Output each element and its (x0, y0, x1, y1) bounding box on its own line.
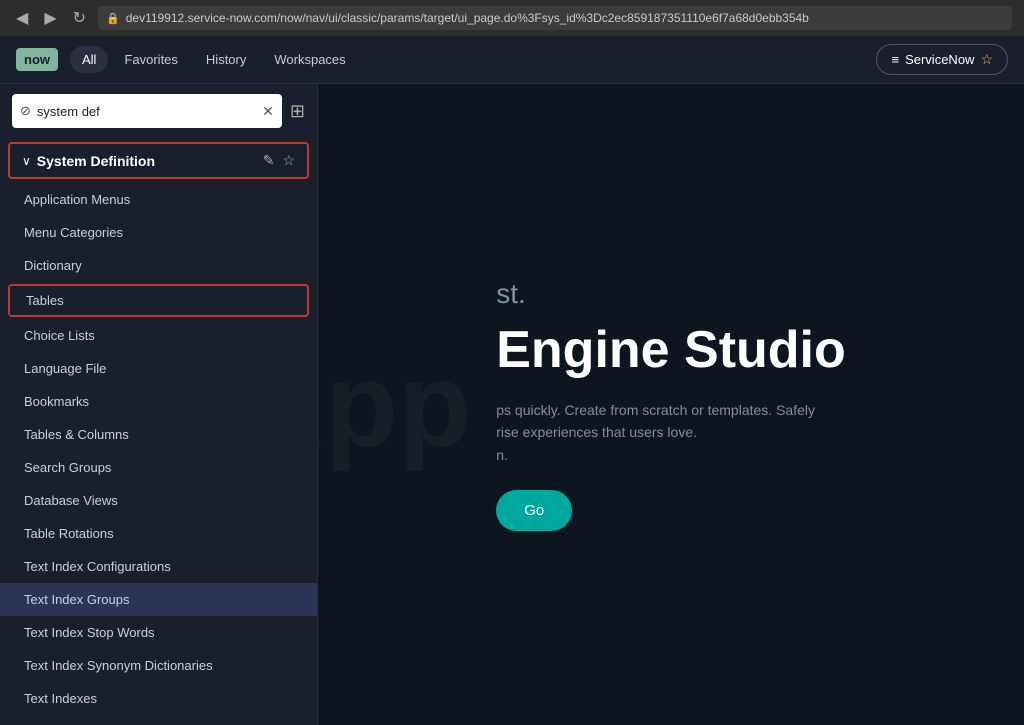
chevron-down-icon: ∨ (22, 154, 31, 168)
menu-item-database-views[interactable]: Database Views (0, 484, 317, 517)
bg-text: App (318, 336, 471, 474)
search-input[interactable] (37, 104, 256, 119)
menu-item-language-file[interactable]: Language File (0, 352, 317, 385)
menu-item-dictionary[interactable]: Dictionary (0, 249, 317, 282)
section-title: System Definition (37, 153, 257, 169)
hamburger-icon: ≡ (891, 52, 899, 67)
menu-item-search-groups[interactable]: Search Groups (0, 451, 317, 484)
edit-section-button[interactable]: ✎ (263, 152, 275, 169)
menu-item-choice-lists[interactable]: Choice Lists (0, 319, 317, 352)
cta-button[interactable]: Go (496, 490, 572, 531)
app-engine-title: Engine Studio (496, 322, 846, 379)
menu-item-tables[interactable]: Tables (8, 284, 309, 317)
nav-tab-workspaces[interactable]: Workspaces (262, 46, 357, 73)
content-description: ps quickly. Create from scratch or templ… (496, 399, 846, 466)
sidebar: ⊘ ✕ ⊞ ∨ System Definition ✎ ☆ Applicatio… (0, 84, 318, 725)
main-layout: ⊘ ✕ ⊞ ∨ System Definition ✎ ☆ Applicatio… (0, 84, 1024, 725)
top-nav: now All Favorites History Workspaces ≡ S… (0, 36, 1024, 84)
section-actions: ✎ ☆ (263, 152, 295, 169)
reload-button[interactable]: ↻ (69, 6, 90, 30)
forward-button[interactable]: ▶ (40, 6, 60, 30)
servicenow-label: ServiceNow (905, 52, 974, 67)
menu-item-text-index-groups[interactable]: Text Index Groups (0, 583, 317, 616)
clear-button[interactable]: ✕ (262, 103, 274, 120)
menu-item-table-rotations[interactable]: Table Rotations (0, 517, 317, 550)
menu-item-tables-columns[interactable]: Tables & Columns (0, 418, 317, 451)
section-header[interactable]: ∨ System Definition ✎ ☆ (8, 142, 309, 179)
servicenow-button[interactable]: ≡ ServiceNow ☆ (876, 44, 1008, 75)
menu-item-text-index-synonym-dictionaries[interactable]: Text Index Synonym Dictionaries (0, 649, 317, 682)
menu-item-text-index-stop-words[interactable]: Text Index Stop Words (0, 616, 317, 649)
lock-icon: 🔒 (106, 12, 120, 25)
address-bar: 🔒 dev119912.service-now.com/now/nav/ui/c… (98, 6, 1012, 30)
nav-tab-favorites[interactable]: Favorites (112, 46, 189, 73)
address-text: dev119912.service-now.com/now/nav/ui/cla… (126, 11, 809, 25)
menu-item-menu-categories[interactable]: Menu Categories (0, 216, 317, 249)
menu-items: Application Menus Menu Categories Dictio… (0, 183, 317, 725)
nav-tab-all[interactable]: All (70, 46, 108, 73)
browser-chrome: ◀ ▶ ↻ 🔒 dev119912.service-now.com/now/na… (0, 0, 1024, 36)
content-subtitle: st. (496, 278, 846, 310)
content-inner: st. Engine Studio ps quickly. Create fro… (456, 238, 886, 571)
nav-tab-history[interactable]: History (194, 46, 258, 73)
back-button[interactable]: ◀ (12, 6, 32, 30)
menu-item-text-index-configurations[interactable]: Text Index Configurations (0, 550, 317, 583)
content-area: App st. Engine Studio ps quickly. Create… (318, 84, 1024, 725)
menu-item-business-rules[interactable]: Business Rules (0, 715, 317, 725)
search-container: ⊘ ✕ ⊞ (0, 84, 317, 138)
star-section-button[interactable]: ☆ (282, 152, 295, 169)
search-icon: ⊘ (20, 103, 31, 119)
logo[interactable]: now (16, 48, 58, 71)
menu-item-text-indexes[interactable]: Text Indexes (0, 682, 317, 715)
star-icon: ☆ (980, 51, 993, 68)
search-box: ⊘ ✕ (12, 94, 282, 128)
menu-item-application-menus[interactable]: Application Menus (0, 183, 317, 216)
menu-item-bookmarks[interactable]: Bookmarks (0, 385, 317, 418)
filter-icon[interactable]: ⊞ (290, 101, 305, 122)
